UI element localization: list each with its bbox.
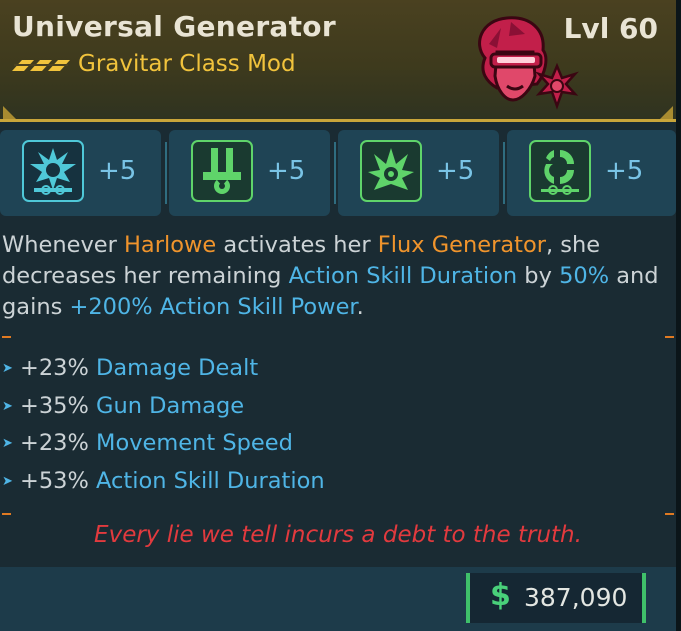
skill-bonus[interactable]: +5 (0, 130, 161, 216)
stat-value: +35% (20, 392, 89, 419)
bullet-arrow-icon: ➤ (2, 473, 13, 489)
spiral-orbit-icon (529, 140, 591, 202)
skill-bonus[interactable]: +5 (334, 130, 499, 216)
skill-bonus-value: +5 (267, 156, 306, 186)
radiation-cannon-icon (191, 140, 253, 202)
skill-bonus[interactable]: +5 (503, 130, 676, 216)
price-value: 387,090 (524, 583, 628, 612)
stat-name: Action Skill Duration (96, 467, 325, 494)
bullet-arrow-icon: ➤ (2, 398, 13, 414)
stat-value: +23% (20, 355, 89, 381)
item-description: Whenever Harlowe activates her Flux Gene… (2, 230, 662, 323)
skill-name: Flux Generator (377, 232, 546, 258)
class-mod-label: Gravitar Class Mod (78, 51, 296, 77)
skill-divider (165, 142, 167, 204)
item-details: Whenever Harlowe activates her Flux Gene… (0, 222, 676, 567)
stat-bonus: +200% Action Skill Power (69, 294, 357, 320)
skill-bonus-value: +5 (98, 156, 137, 186)
corner-bracket-right-icon (660, 106, 673, 119)
stat-value: +53% (20, 467, 89, 494)
flux-burst-icon (22, 140, 84, 202)
description-text: Whenever (2, 232, 125, 258)
stat-row: ➤ +53% Action Skill Duration (0, 463, 660, 501)
skill-bonus[interactable]: +5 (165, 130, 330, 216)
stat-row: ➤ +35% Gun Damage (0, 388, 660, 426)
item-header: Universal Generator Lvl 60 Gravitar Clas… (0, 0, 676, 122)
description-text: activates her (216, 232, 378, 258)
section-divider (0, 507, 676, 521)
currency-dollar-icon: $ (490, 578, 511, 613)
skill-divider (334, 142, 336, 204)
corner-bracket-left-icon (3, 106, 16, 119)
radiation-spike-icon (360, 140, 422, 202)
stat-keyword: Action Skill Duration (288, 263, 518, 289)
character-name: Harlowe (124, 232, 217, 258)
skill-bonus-row: +5 +5 +5 +5 (0, 130, 676, 218)
bullet-arrow-icon: ➤ (2, 436, 13, 451)
stat-name: Damage Dealt (96, 355, 259, 381)
rarity-chevrons-icon (12, 60, 70, 71)
flavor-text: Every lie we tell incurs a debt to the t… (94, 522, 582, 548)
description-text: by (517, 263, 560, 289)
stat-percent: 50% (559, 263, 610, 289)
section-divider (0, 330, 676, 344)
stat-list: ➤ +23% Damage Dealt ➤ +35% Gun Damage ➤ … (0, 350, 660, 500)
harlowe-portrait-icon (478, 16, 579, 110)
description-text: . (356, 294, 364, 320)
stat-value: +23% (20, 430, 89, 456)
bullet-arrow-icon: ➤ (2, 361, 13, 376)
skill-divider (503, 142, 505, 204)
stat-row: ➤ +23% Movement Speed (0, 425, 660, 463)
item-name: Universal Generator (12, 10, 336, 43)
price-box: $ 387,090 (466, 573, 646, 623)
stat-row: ➤ +23% Damage Dealt (0, 350, 660, 388)
stat-name: Gun Damage (96, 392, 245, 419)
skill-bonus-value: +5 (436, 156, 475, 186)
panel-edge (676, 0, 681, 631)
item-footer: $ 387,090 (0, 567, 676, 631)
skill-bonus-value: +5 (605, 156, 644, 186)
stat-name: Movement Speed (96, 430, 293, 456)
